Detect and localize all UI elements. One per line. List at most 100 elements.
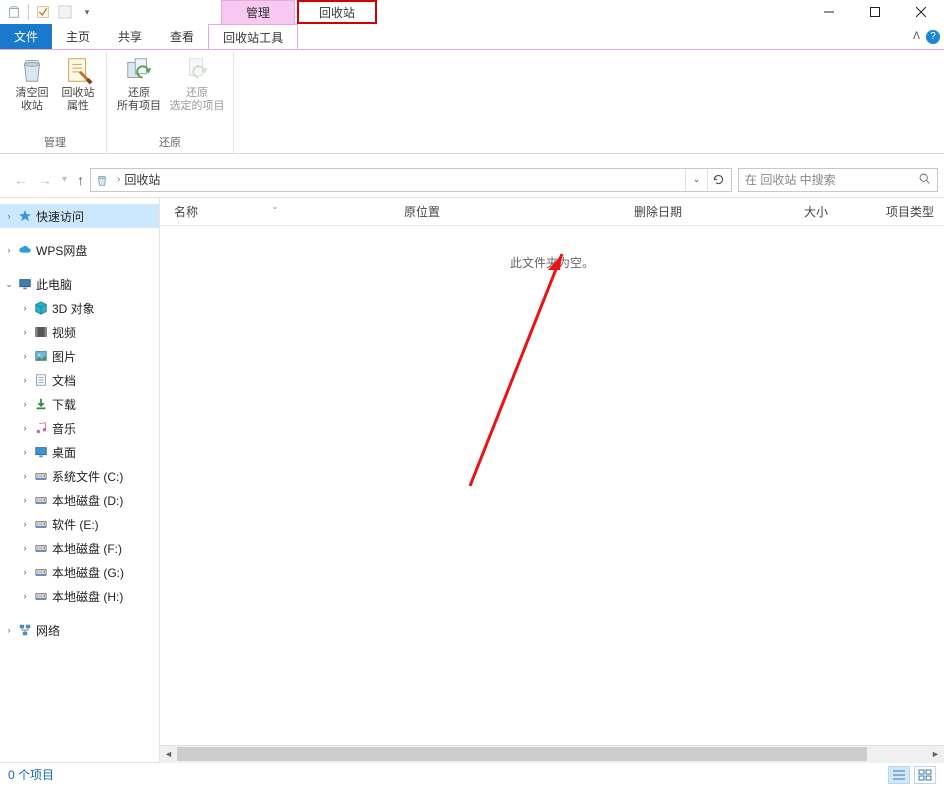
tree-item[interactable]: ›本地磁盘 (D:) xyxy=(0,488,159,512)
tree-label: 软件 (E:) xyxy=(52,516,99,533)
column-date-deleted[interactable]: 删除日期 xyxy=(620,203,790,220)
column-name[interactable]: 名称⌄ xyxy=(160,203,390,220)
qat-dropdown-icon[interactable] xyxy=(55,2,75,22)
breadcrumb-sep-icon[interactable]: › xyxy=(113,174,124,185)
recent-locations-caret[interactable]: ▾ xyxy=(62,174,67,185)
help-icon[interactable]: ? xyxy=(926,30,940,44)
address-dropdown-icon[interactable]: ⌄ xyxy=(685,169,707,191)
file-list: 名称⌄ 原位置 删除日期 大小 项目类型 此文件夹为空。 ◄ ► xyxy=(160,198,944,762)
empty-recycle-bin-button[interactable]: 清空回 收站 xyxy=(10,52,54,132)
column-size[interactable]: 大小 xyxy=(790,203,872,220)
tree-item[interactable]: ›下载 xyxy=(0,392,159,416)
qat-customize-caret[interactable]: ▾ xyxy=(77,2,97,22)
list-body[interactable]: 此文件夹为空。 xyxy=(160,226,944,745)
tree-item[interactable]: ›本地磁盘 (G:) xyxy=(0,560,159,584)
search-input[interactable]: 在 回收站 中搜索 xyxy=(738,168,938,192)
recycle-bin-properties-button[interactable]: 回收站 属性 xyxy=(56,52,100,132)
tree-item[interactable]: › 系统文件 (C:) xyxy=(0,464,159,488)
scroll-thumb[interactable] xyxy=(177,747,867,761)
refresh-button[interactable] xyxy=(707,169,729,191)
chevron-right-icon[interactable]: › xyxy=(20,519,30,529)
chevron-right-icon[interactable]: › xyxy=(20,543,30,553)
chevron-right-icon[interactable]: › xyxy=(20,447,30,457)
chevron-right-icon[interactable]: › xyxy=(20,327,30,337)
chevron-right-icon[interactable]: › xyxy=(20,375,30,385)
tree-label: 系统文件 (C:) xyxy=(52,468,123,485)
tree-label: 图片 xyxy=(52,348,76,365)
chevron-right-icon[interactable]: › xyxy=(20,591,30,601)
forward-button[interactable]: → xyxy=(38,172,52,188)
recycle-bin-icon xyxy=(4,2,24,22)
tab-view[interactable]: 查看 xyxy=(156,24,208,49)
tree-item[interactable]: › 图片 xyxy=(0,344,159,368)
back-button[interactable]: ← xyxy=(14,172,28,188)
maximize-button[interactable] xyxy=(852,0,898,24)
tree-item[interactable]: ›视频 xyxy=(0,320,159,344)
tree-item[interactable]: › 软件 (E:) xyxy=(0,512,159,536)
scroll-track[interactable] xyxy=(177,746,927,763)
horizontal-scrollbar[interactable]: ◄ ► xyxy=(160,745,944,762)
ribbon-group-restore-label: 还原 xyxy=(159,132,181,153)
chevron-right-icon[interactable]: › xyxy=(20,423,30,433)
restore-all-button[interactable]: 还原 所有项目 xyxy=(113,52,165,132)
restore-selected-icon xyxy=(181,54,213,86)
view-details-button[interactable] xyxy=(888,766,910,784)
tree-label: 音乐 xyxy=(52,420,76,437)
tree-network[interactable]: › 网络 xyxy=(0,618,159,642)
chevron-right-icon[interactable]: › xyxy=(20,471,30,481)
address-bar[interactable]: › 回收站 ⌄ xyxy=(90,168,732,192)
film-icon xyxy=(33,324,49,340)
chevron-down-icon[interactable]: ⌄ xyxy=(4,279,14,290)
collapse-ribbon-icon[interactable]: ᐱ xyxy=(913,31,920,42)
tree-item[interactable]: › 本地磁盘 (H:) xyxy=(0,584,159,608)
empty-folder-message: 此文件夹为空。 xyxy=(510,254,594,271)
tab-recyclebin-tools[interactable]: 回收站工具 xyxy=(208,24,298,49)
cloud-icon xyxy=(17,242,33,258)
tree-this-pc[interactable]: ⌄ 此电脑 xyxy=(0,272,159,296)
status-bar: 0 个项目 xyxy=(0,762,944,786)
column-original-location[interactable]: 原位置 xyxy=(390,203,620,220)
qat-check-icon[interactable] xyxy=(33,2,53,22)
minimize-button[interactable] xyxy=(806,0,852,24)
scroll-right-button[interactable]: ► xyxy=(927,746,944,763)
view-large-icons-button[interactable] xyxy=(914,766,936,784)
breadcrumb-location[interactable]: 回收站 xyxy=(124,171,160,188)
tree-item[interactable]: ›3D 对象 xyxy=(0,296,159,320)
tree-item[interactable]: › 音乐 xyxy=(0,416,159,440)
tree-wps[interactable]: › WPS网盘 xyxy=(0,238,159,262)
restore-selected-button[interactable]: 还原 选定的项目 xyxy=(167,52,227,132)
chevron-right-icon[interactable]: › xyxy=(20,495,30,505)
tree-item[interactable]: ›文档 xyxy=(0,368,159,392)
close-button[interactable] xyxy=(898,0,944,24)
chevron-right-icon[interactable]: › xyxy=(4,211,14,221)
desktop-icon xyxy=(33,444,49,460)
up-button[interactable]: ↑ xyxy=(77,172,84,188)
chevron-right-icon[interactable]: › xyxy=(20,303,30,313)
tab-file[interactable]: 文件 xyxy=(0,24,52,49)
tree-item[interactable]: ›本地磁盘 (F:) xyxy=(0,536,159,560)
properties-label: 回收站 属性 xyxy=(62,87,95,113)
chevron-right-icon[interactable]: › xyxy=(4,245,14,255)
tab-home[interactable]: 主页 xyxy=(52,24,104,49)
chevron-right-icon[interactable]: › xyxy=(20,351,30,361)
sort-asc-icon: ⌄ xyxy=(272,202,279,211)
scroll-left-button[interactable]: ◄ xyxy=(160,746,177,763)
chevron-right-icon[interactable]: › xyxy=(20,399,30,409)
network-icon xyxy=(17,622,33,638)
search-icon[interactable] xyxy=(918,172,931,188)
restore-all-icon xyxy=(123,54,155,86)
chevron-right-icon[interactable]: › xyxy=(4,625,14,635)
chevron-right-icon[interactable]: › xyxy=(20,567,30,577)
tree-label: 网络 xyxy=(36,622,60,639)
drive-icon xyxy=(33,564,49,580)
ribbon-group-restore: 还原 所有项目 还原 选定的项目 还原 xyxy=(107,52,234,153)
tree-quick-access[interactable]: › 快速访问 xyxy=(0,204,159,228)
tree-label: 本地磁盘 (H:) xyxy=(52,588,123,605)
ribbon: 清空回 收站 回收站 属性 管理 还原 所有项目 还原 xyxy=(0,50,944,154)
list-header: 名称⌄ 原位置 删除日期 大小 项目类型 xyxy=(160,198,944,226)
tree-item[interactable]: ›桌面 xyxy=(0,440,159,464)
navigation-tree[interactable]: › 快速访问 › WPS网盘 ⌄ 此电脑 ›3D 对象›视频›图片›文档›下载›… xyxy=(0,198,160,762)
context-tab-manage[interactable]: 管理 xyxy=(221,0,295,24)
tab-share[interactable]: 共享 xyxy=(104,24,156,49)
column-type[interactable]: 项目类型 xyxy=(872,203,944,220)
